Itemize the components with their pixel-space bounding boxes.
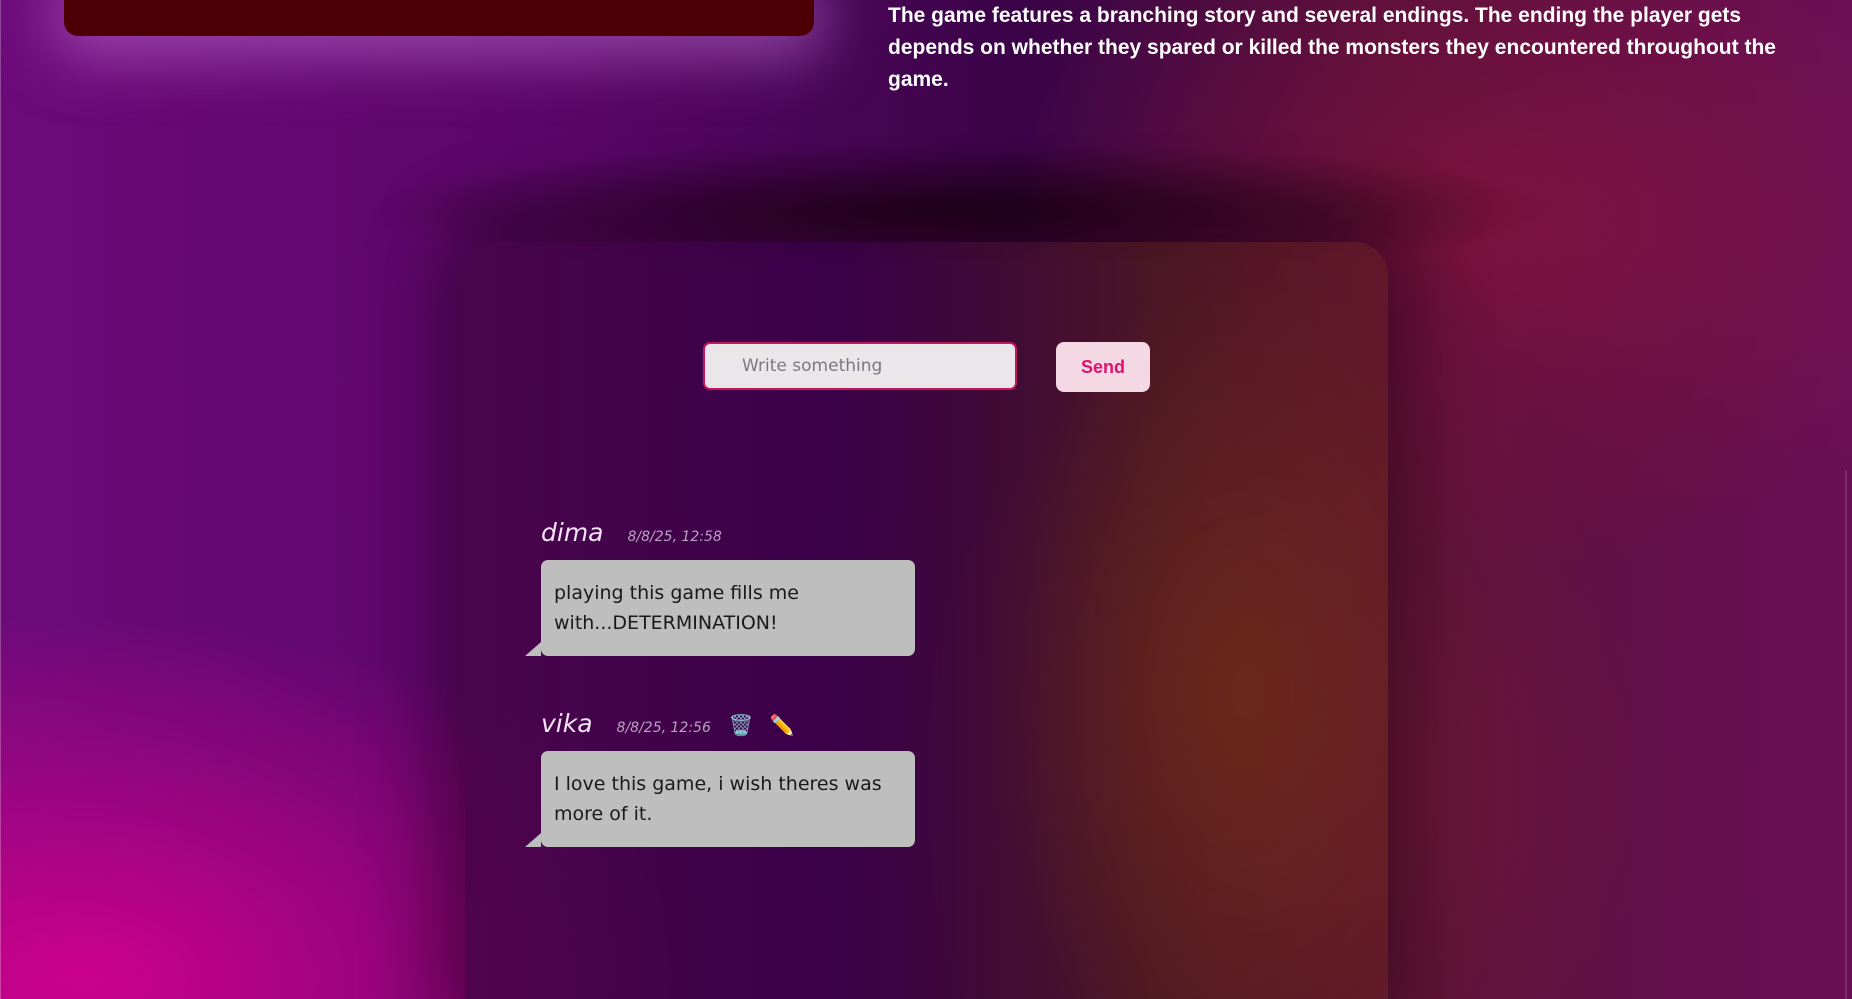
section-divider-shadow [0,120,1852,260]
message-timestamp: 8/8/25, 12:58 [627,529,722,545]
message-text: I love this game, i wish theres was more… [554,773,882,825]
message-author: dima [541,518,604,547]
message-timestamp: 8/8/25, 12:56 [616,720,711,736]
edit-icon[interactable]: ✏️ [770,713,795,737]
message-bubble: playing this game fills me with...DETERM… [525,560,915,656]
comment-input[interactable] [703,342,1017,390]
scrollbar-track[interactable] [1845,470,1847,999]
game-image-card [64,0,814,36]
message-author: vika [541,709,593,738]
message-text: playing this game fills me with...DETERM… [554,582,799,634]
delete-icon[interactable]: 🗑️ [729,713,754,737]
send-button[interactable]: Send [1056,342,1150,392]
game-description: The game features a branching story and … [888,4,1776,91]
message-bubble: I love this game, i wish theres was more… [525,751,915,847]
message-header: vika 8/8/25, 12:56 🗑️ ✏️ [541,709,795,738]
message-header: dima 8/8/25, 12:58 [541,518,722,547]
